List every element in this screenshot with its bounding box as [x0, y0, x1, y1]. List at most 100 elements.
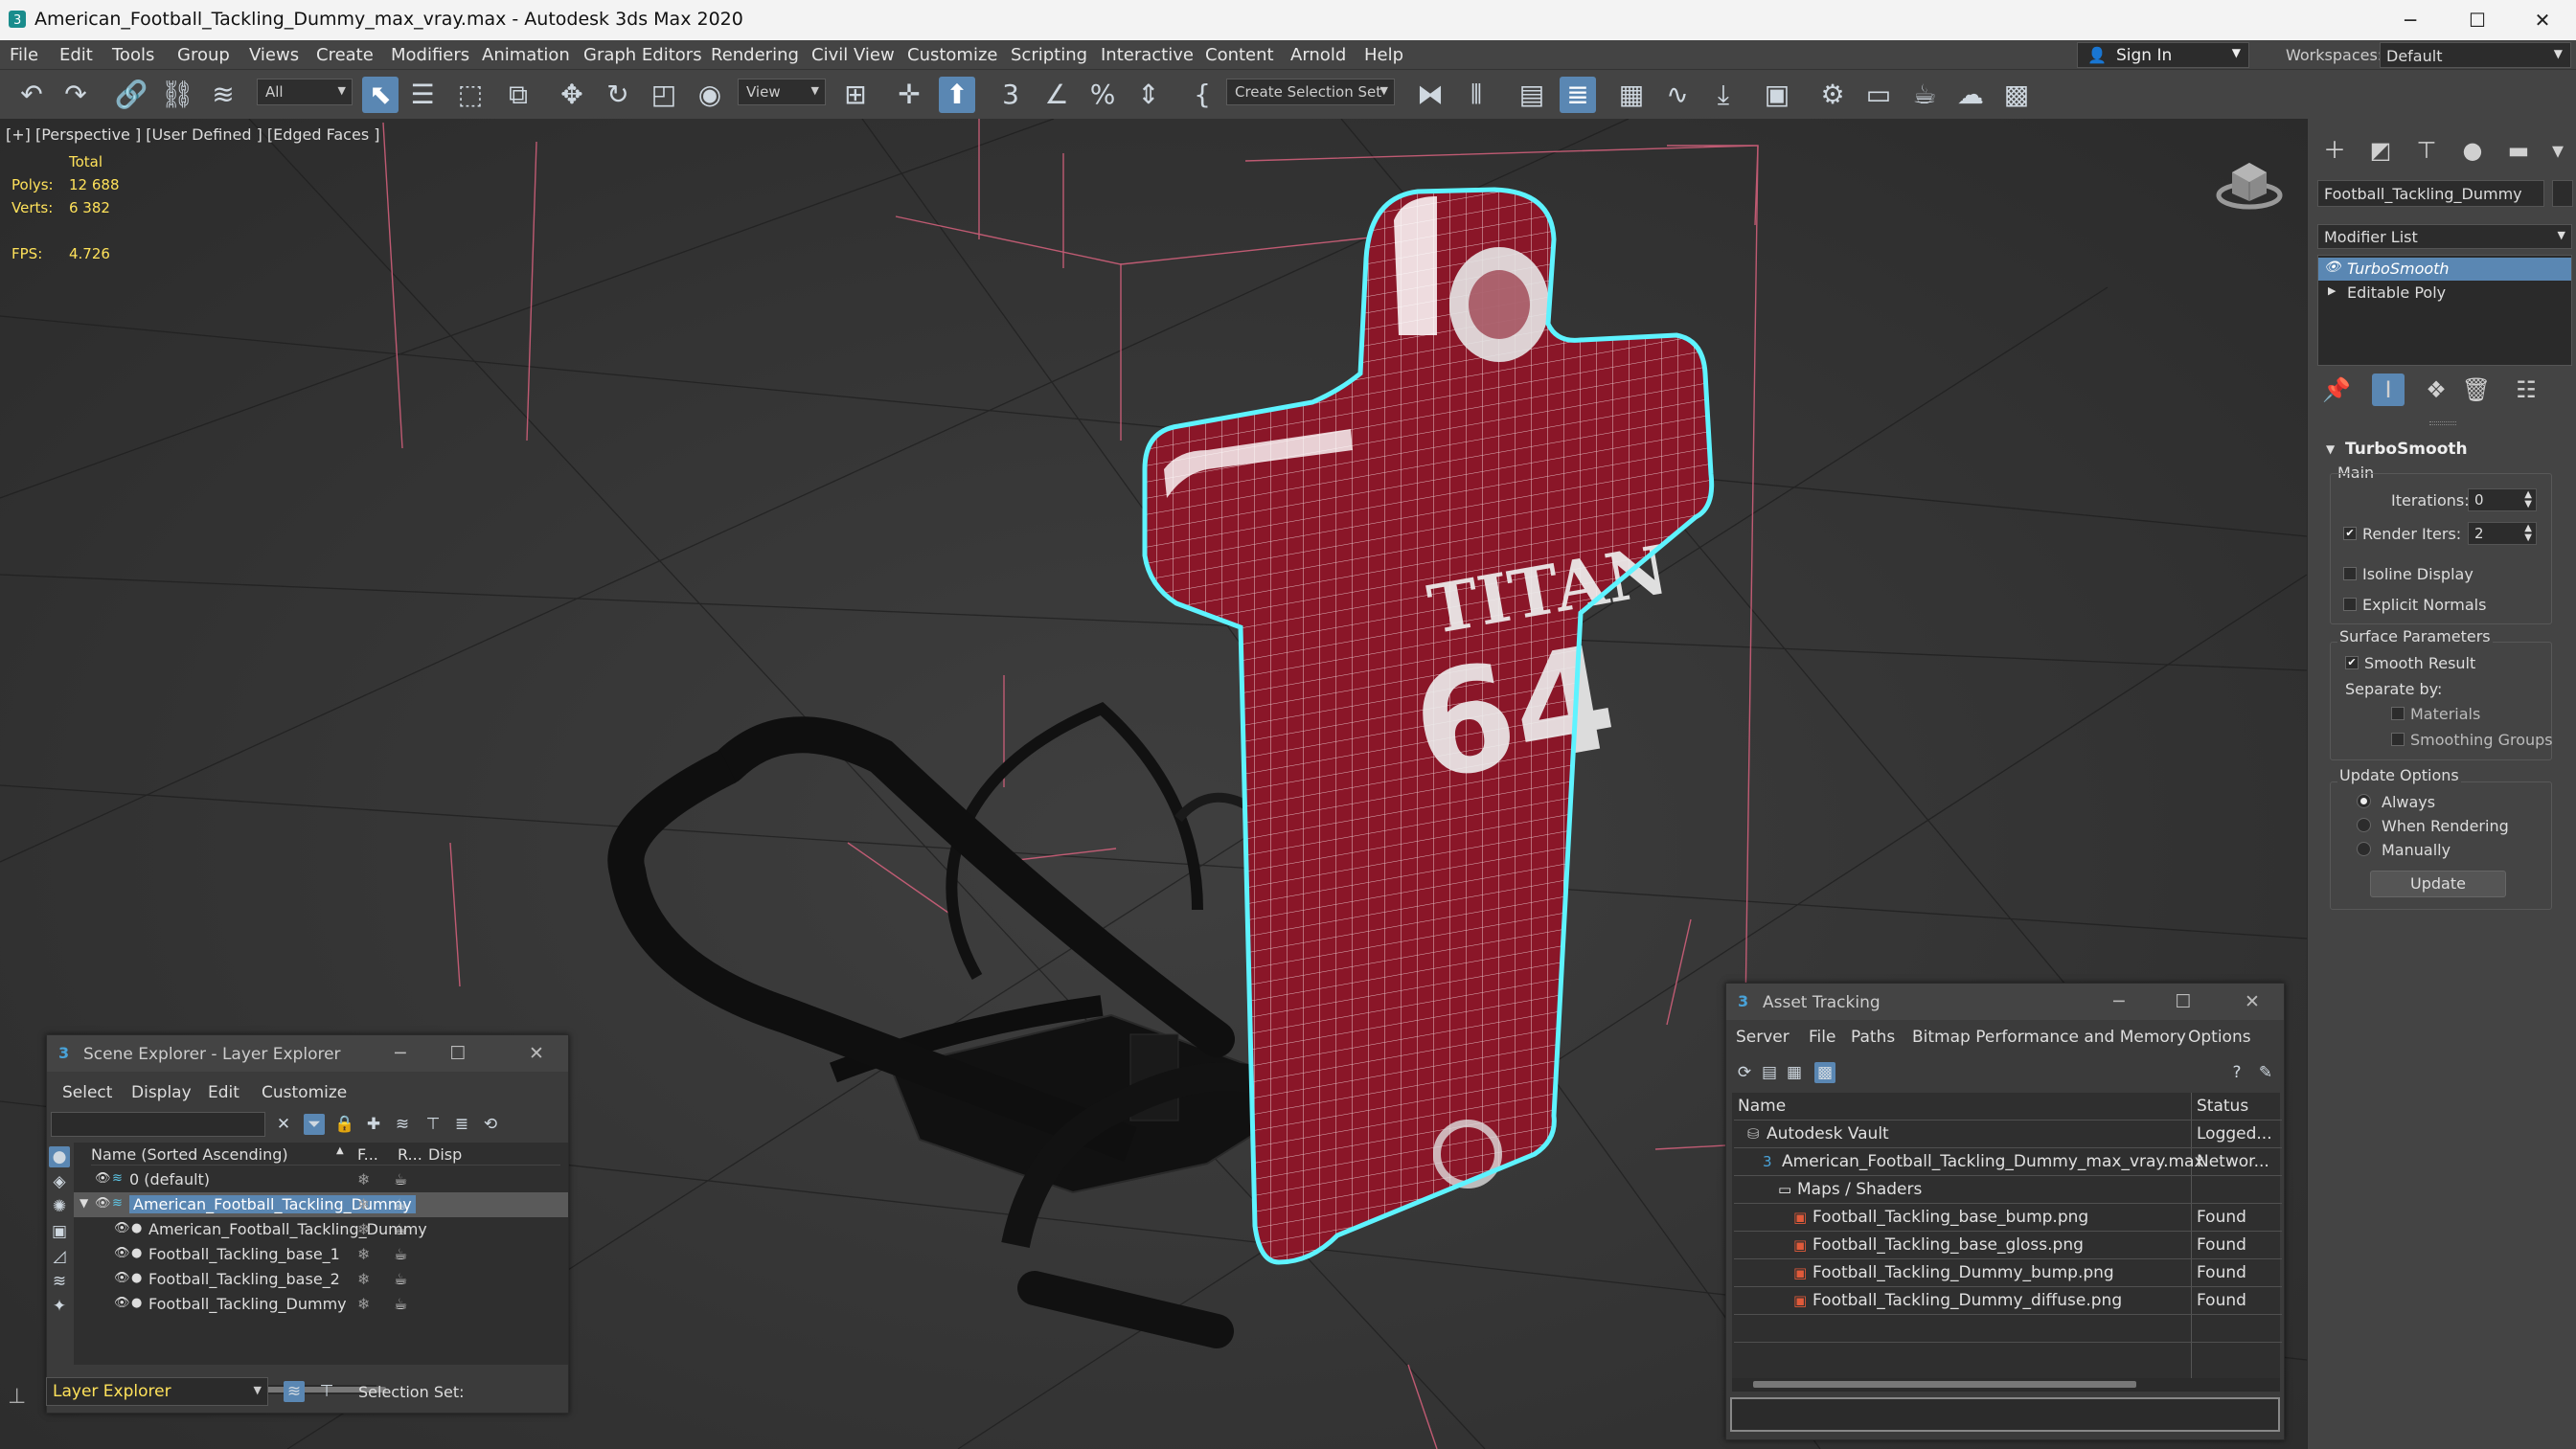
menu-rendering[interactable]: Rendering — [711, 45, 799, 65]
snaps-toggle-icon[interactable]: 3 — [992, 77, 1029, 113]
utilities-tab-icon[interactable]: ▾ — [2544, 134, 2571, 167]
display-all-icon[interactable]: ● — [49, 1146, 70, 1167]
select-manipulate-icon[interactable]: ✛ — [891, 77, 927, 113]
list-view-icon[interactable]: ▤ — [1759, 1062, 1780, 1083]
link-icon[interactable]: 🔗 — [113, 77, 149, 113]
rotate-icon[interactable]: ↻ — [600, 77, 636, 113]
asset-tracking-titlebar[interactable]: 3 Asset Tracking — [1726, 984, 2284, 1020]
freeze-icon[interactable]: ❄ — [357, 1170, 370, 1189]
remove-modifier-icon[interactable]: 🗑 — [2460, 374, 2493, 406]
placement-icon[interactable]: ◉ — [692, 77, 728, 113]
visibility-eye-icon[interactable]: 👁 — [114, 1296, 130, 1310]
modifier-list-dropdown[interactable]: Modifier List ▼ — [2317, 224, 2572, 249]
render-iters-checkbox[interactable]: ✔ — [2343, 527, 2357, 540]
menu-create[interactable]: Create — [316, 45, 374, 65]
reference-coordinate-dropdown[interactable]: View ▼ — [738, 79, 826, 105]
object-name-field[interactable]: Football_Tackling_Dummy — [2317, 180, 2544, 207]
modify-tab-icon[interactable]: ◩ — [2364, 134, 2397, 167]
display-helpers-icon[interactable]: ◿ — [49, 1246, 70, 1267]
close-button[interactable]: ✕ — [522, 1041, 551, 1066]
menu-customize[interactable]: Customize — [907, 45, 997, 65]
turbosmooth-rollout-header[interactable]: TurboSmooth — [2345, 440, 2468, 459]
layer-tree-row[interactable]: ▼ 👁 ≋ American_Football_Tackling_Dummy ❄ ☕ — [74, 1192, 568, 1217]
column-name[interactable]: Name (Sorted Ascending) — [91, 1145, 288, 1164]
column-display[interactable]: Disp — [428, 1145, 462, 1164]
freeze-icon[interactable]: ❄ — [357, 1295, 370, 1313]
hierarchy-mode-icon[interactable]: ⊤ — [316, 1381, 337, 1402]
smoothing-groups-checkbox[interactable] — [2391, 733, 2405, 746]
unlink-icon[interactable]: ⛓ — [159, 77, 195, 113]
layer-tree-row[interactable]: 👁 ● Football_Tackling_base_1 ❄ ☕ — [74, 1242, 568, 1267]
add-layer-icon[interactable]: ✚ — [363, 1114, 384, 1135]
lock-icon[interactable]: 🔒 — [334, 1114, 355, 1135]
object-color-swatch[interactable] — [2552, 180, 2573, 207]
menu-tools[interactable]: Tools — [112, 45, 154, 65]
asset-row[interactable]: ▭ Maps / Shaders — [1734, 1176, 2282, 1204]
panel-splitter[interactable] — [2429, 421, 2456, 425]
visibility-eye-icon[interactable]: 👁 — [114, 1271, 130, 1285]
layer-explorer-icon[interactable]: ≋ — [284, 1381, 305, 1402]
make-unique-icon[interactable]: ❖ — [2420, 374, 2452, 406]
search-input[interactable] — [51, 1112, 265, 1137]
window-crossing-icon[interactable]: ⧉ — [500, 77, 536, 113]
spinner-arrows-icon[interactable]: ▲ ▼ — [2524, 524, 2532, 543]
scene-explorer-titlebar[interactable]: 3 Scene Explorer - Layer Explorer — [47, 1035, 568, 1072]
display-cameras-icon[interactable]: ▣ — [49, 1221, 70, 1242]
render-production-icon[interactable]: ☕ — [1906, 77, 1943, 113]
menu-civil-view[interactable]: Civil View — [811, 45, 895, 65]
display-geometry-icon[interactable]: ◈ — [49, 1171, 70, 1192]
freeze-icon[interactable]: ❄ — [357, 1195, 370, 1213]
menu-file[interactable]: File — [10, 45, 38, 65]
menu-options[interactable]: Options — [2188, 1028, 2251, 1047]
menu-content[interactable]: Content — [1205, 45, 1274, 65]
close-button[interactable]: ✕ — [2238, 989, 2267, 1014]
selection-filter-dropdown[interactable]: All ▼ — [257, 79, 353, 105]
menu-paths[interactable]: Paths — [1851, 1028, 1895, 1047]
stack-item-turbosmooth[interactable]: 👁 TurboSmooth — [2318, 258, 2571, 281]
menu-edit[interactable]: Edit — [208, 1083, 239, 1102]
close-button[interactable]: ✕ — [2510, 0, 2575, 40]
angle-snap-icon[interactable]: ∠ — [1038, 77, 1075, 113]
menu-customize[interactable]: Customize — [262, 1083, 347, 1102]
material-editor-icon[interactable]: ▣ — [1759, 77, 1795, 113]
select-by-name-icon[interactable]: ☰ — [404, 77, 441, 113]
renderable-teapot-icon[interactable]: ☕ — [394, 1170, 407, 1189]
pivot-center-icon[interactable]: ⊞ — [837, 77, 874, 113]
rollout-collapse-icon[interactable]: ▼ — [2326, 442, 2335, 456]
hierarchy-tab-icon[interactable]: ⊤ — [2410, 134, 2443, 167]
visibility-eye-icon[interactable]: 👁 — [95, 1171, 111, 1186]
freeze-icon[interactable]: ❄ — [357, 1270, 370, 1288]
asset-row[interactable]: 3 American_Football_Tackling_Dummy_max_vr… — [1734, 1148, 2282, 1176]
menu-file[interactable]: File — [1809, 1028, 1835, 1047]
menu-select[interactable]: Select — [62, 1083, 112, 1102]
menu-scripting[interactable]: Scripting — [1011, 45, 1087, 65]
motion-tab-icon[interactable]: ● — [2456, 134, 2489, 167]
menu-arnold[interactable]: Arnold — [1290, 45, 1346, 65]
layer-tree-row[interactable]: 👁 ● Football_Tackling_base_2 ❄ ☕ — [74, 1267, 568, 1292]
scale-icon[interactable]: ◰ — [646, 77, 682, 113]
pin-icon[interactable]: ✎ — [2255, 1062, 2276, 1083]
bind-space-warp-icon[interactable]: ≋ — [205, 77, 241, 113]
menu-group[interactable]: Group — [177, 45, 230, 65]
maximize-button[interactable]: ☐ — [2169, 989, 2198, 1014]
menu-bitmap-performance[interactable]: Bitmap Performance and Memory — [1912, 1028, 2186, 1047]
ribbon-toggle-icon[interactable]: ▦ — [1613, 77, 1650, 113]
percent-snap-icon[interactable]: % — [1084, 77, 1121, 113]
horizontal-scrollbar[interactable] — [1732, 1378, 2280, 1392]
always-radio[interactable] — [2357, 794, 2371, 808]
layers-stack-icon[interactable]: ≣ — [451, 1114, 472, 1135]
renderable-teapot-icon[interactable]: ☕ — [394, 1245, 407, 1263]
freeze-icon[interactable]: ❄ — [357, 1220, 370, 1238]
a360-gallery-icon[interactable]: ▩ — [1998, 77, 2035, 113]
undo-icon[interactable]: ↶ — [13, 77, 50, 113]
asset-row[interactable]: ▣ Football_Tackling_base_bump.png Found — [1734, 1204, 2282, 1232]
menu-graph-editors[interactable]: Graph Editors — [583, 45, 702, 65]
asset-path-field[interactable] — [1730, 1397, 2280, 1432]
visibility-eye-icon[interactable]: 👁 — [114, 1221, 130, 1235]
render-setup-icon[interactable]: ⚙ — [1814, 77, 1851, 113]
minimize-button[interactable]: ─ — [2378, 0, 2443, 40]
maximize-button[interactable]: ☐ — [2445, 0, 2510, 40]
viewport-label-menu[interactable]: [+] [Perspective ] [User Defined ] [Edge… — [6, 125, 379, 144]
renderable-teapot-icon[interactable]: ☕ — [394, 1195, 407, 1213]
renderable-teapot-icon[interactable]: ☕ — [394, 1220, 407, 1238]
